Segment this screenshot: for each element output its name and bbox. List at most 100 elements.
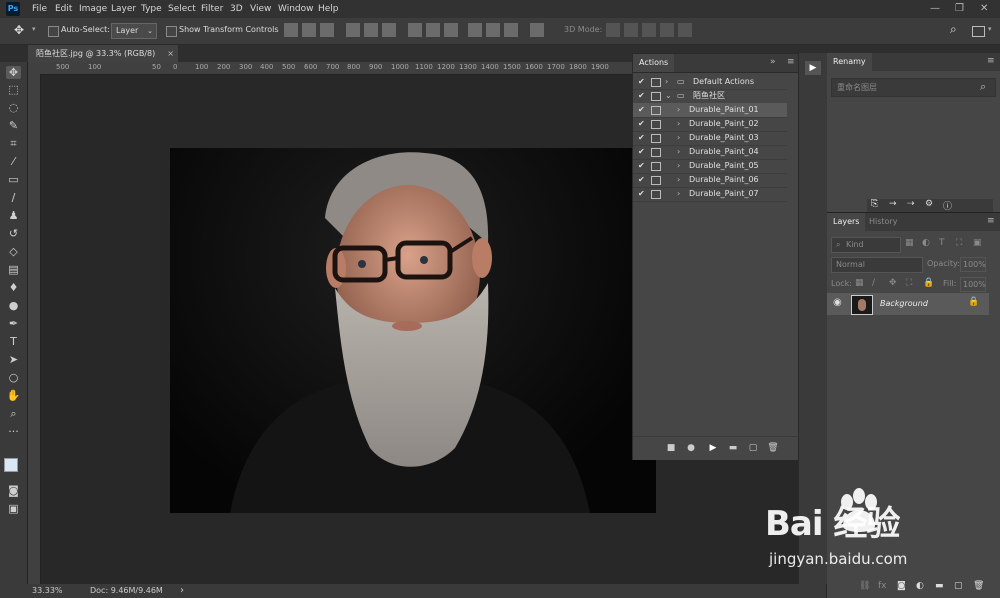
3d-slide-icon[interactable] — [660, 23, 674, 37]
rename-input[interactable]: 重命名图层 ⌕ — [831, 78, 996, 97]
tab-layers[interactable]: Layers — [827, 213, 866, 231]
chevron-down-icon[interactable]: ▾ — [988, 25, 992, 33]
menu-select[interactable]: Select — [168, 0, 196, 18]
link-icon[interactable]: ⛓ — [859, 581, 870, 591]
dialog-toggle-icon[interactable] — [651, 190, 661, 199]
mask-icon[interactable]: ◙ — [897, 581, 906, 591]
delete-icon[interactable]: 🗑 — [767, 442, 779, 454]
check-icon[interactable]: ✔ — [638, 89, 645, 103]
hand-tool[interactable]: ✋ — [6, 389, 21, 402]
history-brush-tool[interactable]: ↺ — [6, 227, 21, 240]
eye-icon[interactable]: ◉ — [833, 297, 842, 308]
dialog-toggle-icon[interactable] — [651, 106, 661, 115]
document-image[interactable] — [170, 148, 656, 513]
opacity-value[interactable]: 100% — [960, 257, 986, 272]
distribute-left-icon[interactable] — [468, 23, 482, 37]
screen-mode-icon[interactable]: ▣ — [6, 502, 21, 515]
ellipse-tool[interactable]: ○ — [6, 371, 21, 384]
dialog-toggle-icon[interactable] — [651, 78, 661, 87]
lock-all-icon[interactable]: 🔒 — [923, 278, 934, 288]
check-icon[interactable]: ✔ — [638, 103, 645, 117]
auto-select-checkbox[interactable] — [48, 26, 59, 37]
filter-smart-icon[interactable]: ▣ — [973, 238, 982, 248]
show-transform-checkbox[interactable] — [166, 26, 177, 37]
check-icon[interactable]: ✔ — [638, 75, 645, 89]
restore-button[interactable]: ❐ — [955, 0, 964, 18]
status-menu-arrow[interactable]: › — [180, 584, 184, 598]
menu-type[interactable]: Type — [141, 0, 162, 18]
dodge-tool[interactable]: ● — [6, 299, 21, 312]
lock-pixels-icon[interactable]: ∕ — [872, 278, 875, 288]
settings-icon[interactable]: ⚙ — [925, 199, 933, 209]
check-icon[interactable]: ✔ — [638, 187, 645, 201]
menu-3d[interactable]: 3D — [230, 0, 243, 18]
panel-menu-icon[interactable]: ≡ — [787, 57, 795, 67]
new-action-icon[interactable]: ▢ — [747, 442, 759, 454]
gradient-tool[interactable]: ▤ — [6, 263, 21, 276]
blur-tool[interactable]: ♦ — [6, 281, 21, 294]
tab-renamy[interactable]: Renamy — [827, 53, 872, 71]
align-vcenter-icon[interactable] — [302, 23, 316, 37]
lasso-tool[interactable]: ◌ — [6, 101, 21, 114]
workspace-icon[interactable] — [972, 26, 985, 37]
check-icon[interactable]: ✔ — [638, 159, 645, 173]
new-set-icon[interactable]: ▬ — [727, 442, 739, 454]
chevron-down-icon[interactable]: ⌄ — [665, 89, 672, 103]
chevron-right-icon[interactable]: › — [677, 173, 680, 187]
zoom-level[interactable]: 33.33% — [32, 584, 63, 598]
rename-icon[interactable]: ⎘ — [871, 199, 878, 209]
chevron-right-icon[interactable]: › — [677, 117, 680, 131]
menu-view[interactable]: View — [250, 0, 271, 18]
marquee-tool[interactable]: ⬚ — [6, 83, 21, 96]
fill-value[interactable]: 100% — [960, 277, 986, 292]
close-tab-icon[interactable]: × — [167, 45, 174, 62]
auto-align-icon[interactable] — [530, 23, 544, 37]
collapse-icon[interactable]: » — [770, 57, 776, 67]
menu-file[interactable]: File — [32, 0, 47, 18]
quick-mask-icon[interactable]: ◙ — [6, 484, 21, 497]
action-row[interactable]: ✔ › Durable_Paint_01 — [633, 103, 787, 118]
check-icon[interactable]: ✔ — [638, 131, 645, 145]
chevron-right-icon[interactable]: › — [677, 145, 680, 159]
distribute-right-icon[interactable] — [504, 23, 518, 37]
eraser-tool[interactable]: ◇ — [6, 245, 21, 258]
filter-adjust-icon[interactable]: ◐ — [922, 238, 930, 248]
align-left-icon[interactable] — [346, 23, 360, 37]
new-layer-icon[interactable]: ▢ — [954, 581, 963, 591]
filter-type-icon[interactable]: T — [939, 238, 945, 248]
dialog-toggle-icon[interactable] — [651, 176, 661, 185]
type-tool[interactable]: T — [6, 335, 21, 348]
crop-tool[interactable]: ⌗ — [6, 137, 21, 150]
distribute-hcenter-icon[interactable] — [486, 23, 500, 37]
dialog-toggle-icon[interactable] — [651, 134, 661, 143]
layer-filter-select[interactable]: ⌕ Kind — [831, 237, 901, 253]
panel-menu-icon[interactable]: ≡ — [987, 56, 995, 66]
panel-menu-icon[interactable]: ≡ — [987, 216, 995, 226]
eyedropper-tool[interactable]: ⁄ — [6, 155, 21, 168]
play-icon[interactable]: ▶ — [707, 442, 719, 454]
lock-transparent-icon[interactable]: ▦ — [855, 278, 864, 288]
chevron-right-icon[interactable]: › — [677, 159, 680, 173]
distribute-vcenter-icon[interactable] — [426, 23, 440, 37]
close-window-button[interactable]: ✕ — [980, 0, 988, 18]
chevron-right-icon[interactable]: › — [677, 103, 680, 117]
chevron-down-icon[interactable]: ▾ — [32, 25, 36, 33]
3d-pan-icon[interactable] — [642, 23, 656, 37]
search-icon[interactable]: ⌕ — [950, 22, 957, 37]
dialog-toggle-icon[interactable] — [651, 92, 661, 101]
filter-shape-icon[interactable]: ⛶ — [956, 238, 962, 248]
chevron-right-icon[interactable]: › — [677, 187, 680, 201]
dialog-toggle-icon[interactable] — [651, 120, 661, 129]
adjustment-icon[interactable]: ◐ — [916, 581, 924, 591]
action-row[interactable]: ✔ › Durable_Paint_02 — [633, 117, 787, 132]
action-row[interactable]: ✔ › Durable_Paint_05 — [633, 159, 787, 174]
info-icon[interactable]: ⓘ — [943, 199, 952, 212]
healing-brush-tool[interactable]: ▭ — [6, 173, 21, 186]
brush-tool[interactable]: ∕ — [6, 191, 21, 204]
chevron-right-icon[interactable]: › — [677, 131, 680, 145]
action-set-row[interactable]: ✔ › ▭ Default Actions — [633, 75, 787, 90]
distribute-bottom-icon[interactable] — [444, 23, 458, 37]
menu-edit[interactable]: Edit — [55, 0, 72, 18]
menu-help[interactable]: Help — [318, 0, 339, 18]
stop-icon[interactable]: ■ — [665, 442, 677, 454]
